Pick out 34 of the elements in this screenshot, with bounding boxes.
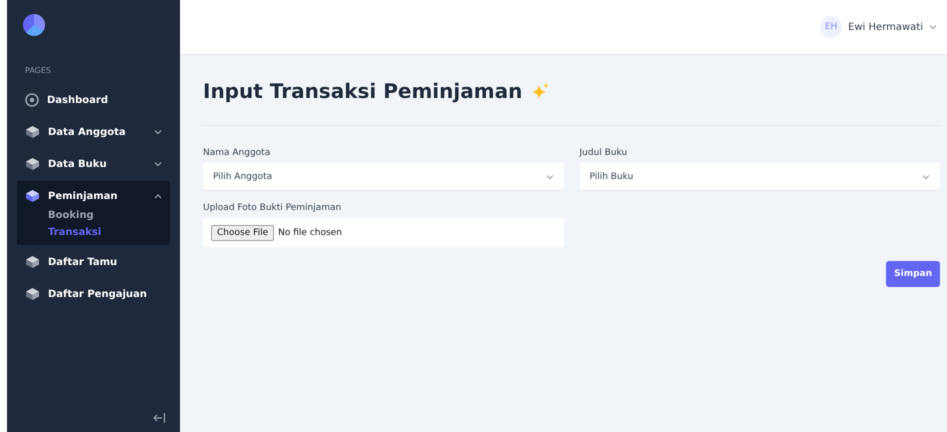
page-title: Input Transaksi Peminjaman: [203, 79, 522, 103]
cube-icon: [25, 125, 40, 139]
sidebar-item[interactable]: Dashboard: [25, 89, 162, 111]
logo-icon: [23, 14, 45, 36]
sidebar-item[interactable]: Daftar Pengajuan: [25, 283, 162, 305]
sidebar-item[interactable]: Data Buku: [25, 153, 162, 175]
file-status: No file chosen: [278, 228, 342, 238]
collapse-arrow-icon[interactable]: [152, 412, 166, 424]
field-label: Judul Buku: [580, 148, 628, 158]
chevron-down-icon: [154, 129, 162, 135]
save-button[interactable]: Simpan: [886, 261, 940, 287]
sidebar-item[interactable]: Daftar Tamu: [25, 251, 162, 273]
submenu-item[interactable]: Transaksi: [25, 224, 162, 241]
chevron-down-icon: [546, 174, 554, 180]
chevron-down-icon: [929, 24, 937, 30]
field-label: Nama Anggota: [203, 148, 272, 158]
cube-icon: [25, 157, 40, 171]
cube-icon: [25, 287, 40, 301]
choose-file-button[interactable]: Choose File: [211, 224, 274, 240]
section-heading: PAGES: [25, 66, 52, 75]
chevron-down-icon: [154, 161, 162, 167]
chevron-up-icon: [154, 193, 162, 199]
submenu-item[interactable]: Booking: [25, 207, 162, 224]
field-label: Upload Foto Bukti Peminjaman: [203, 203, 342, 213]
cube-icon: [25, 189, 40, 203]
sparkle-icon: [530, 82, 550, 100]
sidebar-item[interactable]: Data Anggota: [25, 121, 162, 143]
chevron-down-icon: [922, 174, 930, 180]
cube-icon: [25, 255, 40, 269]
sidebar-item[interactable]: Peminjaman: [25, 185, 162, 207]
user-name[interactable]: Ewi Hermawati: [848, 22, 923, 32]
select-field[interactable]: Pilih Buku: [580, 163, 940, 190]
gauge-icon: [25, 93, 39, 107]
select-field[interactable]: Pilih Anggota: [203, 163, 564, 190]
